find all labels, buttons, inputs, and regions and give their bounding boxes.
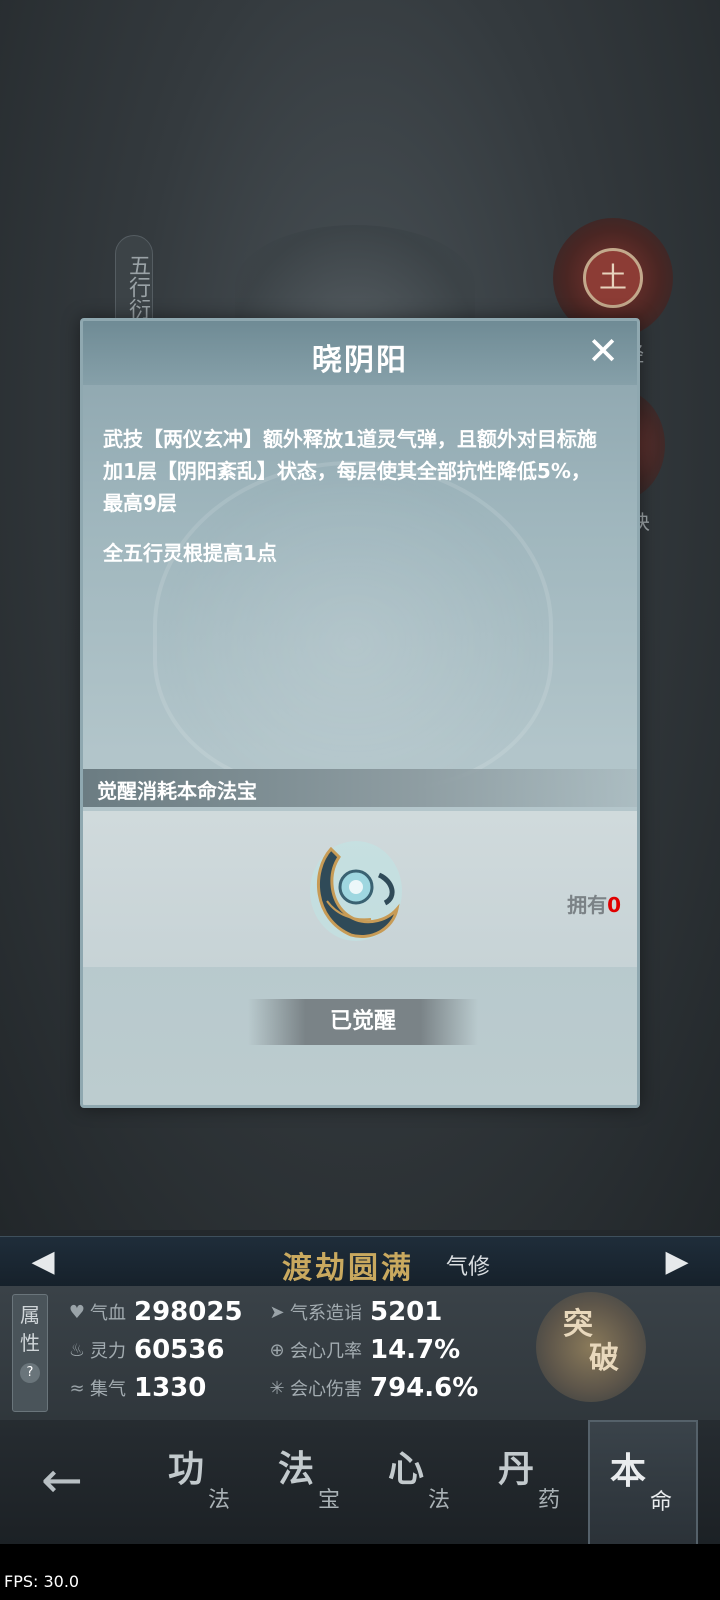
arrow-right-icon: ▶: [665, 1244, 689, 1279]
stat-value: 14.7%: [370, 1335, 461, 1365]
crit-rate-icon: ⊕: [269, 1339, 285, 1361]
arrow-back-icon: ←: [41, 1451, 83, 1509]
stat-label: 灵力: [90, 1341, 126, 1362]
breakthrough-label-2: 破: [589, 1341, 619, 1376]
help-icon[interactable]: ?: [20, 1363, 40, 1383]
stat-hp: ♥ 气血 298025: [64, 1294, 243, 1330]
tab-main-label: 心: [388, 1449, 425, 1490]
stat-value: 1330: [134, 1373, 207, 1403]
tab-sub-label: 药: [538, 1488, 561, 1513]
tab-main-label: 功: [168, 1449, 205, 1490]
tab-sub-label: 宝: [318, 1488, 341, 1513]
stat-mana: ♨ 灵力 60536: [64, 1332, 225, 1368]
treasure-icon[interactable]: [301, 831, 411, 949]
attributes-tab-label-1: 属: [20, 1303, 40, 1327]
earth-element-icon: 土: [583, 248, 643, 308]
attributes-tab-label-2: 性: [20, 1331, 40, 1355]
five-elements-tab[interactable]: 五行衍: [115, 235, 153, 330]
realm-name: 渡劫圆满: [282, 1251, 414, 1286]
realm-bar: ◀ 渡劫圆满 气修 ▶: [0, 1236, 720, 1286]
tab-natal[interactable]: 本 命: [588, 1420, 698, 1544]
bottom-strip: [0, 1544, 720, 1600]
tab-sub-label: 命: [650, 1490, 673, 1515]
stat-label: 会心伤害: [290, 1379, 362, 1400]
stat-label: 会心几率: [290, 1341, 362, 1362]
tab-elixirs[interactable]: 丹 药: [478, 1420, 588, 1544]
stat-label: 气血: [90, 1303, 126, 1324]
cost-section-label: 觉醒消耗本命法宝: [97, 779, 257, 803]
tab-treasures[interactable]: 法 宝: [258, 1420, 368, 1544]
tab-skills[interactable]: 功 法: [148, 1420, 258, 1544]
bonus-description: 全五行灵根提高1点: [103, 541, 277, 565]
cost-item-area: 拥有0: [83, 811, 637, 967]
crit-damage-icon: ✳: [269, 1377, 285, 1399]
tab-main-label: 丹: [498, 1449, 535, 1490]
close-button[interactable]: ✕: [583, 331, 623, 371]
fps-counter: FPS: 30.0: [4, 1572, 80, 1591]
dialog-title: 晓阴阳: [312, 343, 408, 378]
awaken-detail-dialog: 晓阴阳 ✕ 武技【两仪玄冲】额外释放1道灵气弹，且额外对目标施加1层【阴阳紊乱】…: [80, 318, 640, 1108]
owned-label: 拥有: [567, 893, 608, 917]
stat-label: 集气: [90, 1379, 126, 1400]
close-icon: ✕: [587, 329, 619, 373]
stat-charge: ≈ 集气 1330: [64, 1370, 206, 1406]
stat-value: 298025: [134, 1297, 243, 1327]
back-button[interactable]: ←: [30, 1450, 94, 1510]
tab-sub-label: 法: [208, 1488, 231, 1513]
attributes-tab[interactable]: 属 性 ?: [12, 1294, 48, 1412]
stat-value: 794.6%: [370, 1373, 479, 1403]
flame-icon: ♨: [68, 1339, 86, 1361]
tab-mind-arts[interactable]: 心 法: [368, 1420, 478, 1544]
tab-sub-label: 法: [428, 1488, 451, 1513]
prev-realm-button[interactable]: ◀: [26, 1245, 60, 1279]
owned-count: 拥有0: [567, 889, 621, 918]
skill-description: 武技【两仪玄冲】额外释放1道灵气弹，且额外对目标施加1层【阴阳紊乱】状态，每层使…: [103, 427, 597, 515]
next-realm-button[interactable]: ▶: [660, 1245, 694, 1279]
tab-main-label: 法: [278, 1449, 315, 1490]
breakthrough-label-1: 突: [563, 1307, 593, 1342]
tab-main-label: 本: [610, 1451, 647, 1492]
stats-panel: 属 性 ? ♥ 气血 298025 ♨ 灵力 60536 ≈ 集气 1330 ➤…: [0, 1286, 720, 1420]
stat-value: 5201: [370, 1297, 443, 1327]
stat-crit-rate: ⊕ 会心几率 14.7%: [264, 1332, 460, 1368]
cultivation-type: 气修: [446, 1255, 491, 1280]
arrow-left-icon: ◀: [31, 1244, 55, 1279]
bottom-nav: ← 功 法 法 宝 心 法 丹 药 本 命: [0, 1420, 720, 1544]
wind-icon: ➤: [269, 1301, 285, 1323]
stat-crit-damage: ✳ 会心伤害 794.6%: [264, 1370, 478, 1406]
owned-value: 0: [607, 893, 621, 917]
breakthrough-button[interactable]: 突 破: [536, 1292, 646, 1402]
heart-icon: ♥: [68, 1301, 86, 1323]
stat-qi-mastery: ➤ 气系造诣 5201: [264, 1294, 442, 1330]
stat-label: 气系造诣: [290, 1303, 362, 1324]
swirl-icon: ≈: [69, 1377, 85, 1399]
stat-value: 60536: [134, 1335, 225, 1365]
cost-section-header: 觉醒消耗本命法宝: [83, 769, 637, 807]
awakened-button[interactable]: 已觉醒: [248, 999, 478, 1045]
